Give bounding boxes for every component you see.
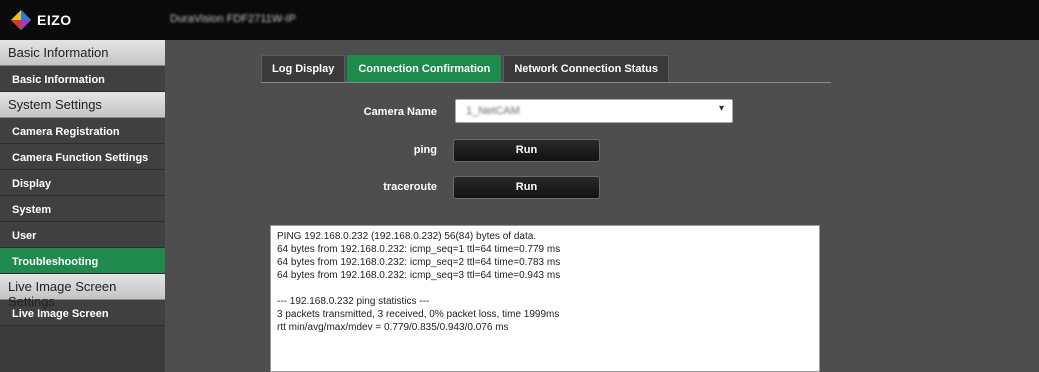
- sidebar-section-header[interactable]: Live Image Screen Settings: [0, 274, 165, 309]
- sidebar-item-user[interactable]: User: [0, 222, 165, 248]
- eizo-logo: EIZO: [10, 9, 72, 31]
- sidebar-section-header[interactable]: Basic Information: [0, 40, 165, 66]
- camera-name-select[interactable]: 1_NetCAM ▾: [455, 99, 733, 123]
- tab-connection-confirmation[interactable]: Connection Confirmation: [347, 55, 502, 82]
- output-line: 64 bytes from 192.168.0.232: icmp_seq=1 …: [277, 244, 561, 255]
- sidebar: Basic Information Basic Information System…: [0, 40, 165, 372]
- traceroute-label: traceroute: [383, 181, 437, 193]
- output-line: rtt min/avg/max/mdev = 0.779/0.835/0.943…: [277, 322, 509, 333]
- output-log: PING 192.168.0.232 (192.168.0.232) 56(84…: [270, 225, 820, 372]
- logo-wordmark: EIZO: [37, 12, 72, 28]
- eizo-logo-icon: [11, 10, 31, 30]
- camera-name-label: Camera Name: [363, 106, 437, 118]
- sidebar-item-troubleshooting[interactable]: Troubleshooting: [0, 248, 165, 274]
- output-line: 3 packets transmitted, 3 received, 0% pa…: [277, 309, 560, 320]
- output-line: PING 192.168.0.232 (192.168.0.232) 56(84…: [277, 231, 537, 242]
- ping-run-button[interactable]: Run: [453, 139, 600, 162]
- traceroute-run-button[interactable]: Run: [453, 176, 600, 199]
- output-line: --- 192.168.0.232 ping statistics ---: [277, 296, 430, 307]
- tab-log-display[interactable]: Log Display: [261, 55, 346, 82]
- camera-name-value: 1_NetCAM: [466, 105, 520, 117]
- chevron-down-icon: ▾: [718, 103, 724, 114]
- sidebar-item-display[interactable]: Display: [0, 170, 165, 196]
- output-line: 64 bytes from 192.168.0.232: icmp_seq=2 …: [277, 257, 561, 268]
- sidebar-item-camera-registration[interactable]: Camera Registration: [0, 118, 165, 144]
- sidebar-item-basic-information[interactable]: Basic Information: [0, 66, 165, 92]
- sidebar-item-system[interactable]: System: [0, 196, 165, 222]
- sidebar-item-camera-function-settings[interactable]: Camera Function Settings: [0, 144, 165, 170]
- tab-divider: [261, 82, 831, 83]
- main-content: Log Display Connection Confirmation Networ…: [165, 40, 1039, 372]
- top-bar: EIZO DuraVision FDF2711W-IP: [0, 0, 1039, 40]
- device-name: DuraVision FDF2711W-IP: [170, 13, 296, 25]
- output-line: 64 bytes from 192.168.0.232: icmp_seq=3 …: [277, 270, 561, 281]
- ping-label: ping: [413, 144, 437, 156]
- tab-bar: Log Display Connection Confirmation Networ…: [261, 55, 671, 82]
- tab-network-connection-status[interactable]: Network Connection Status: [503, 55, 669, 82]
- sidebar-section-header[interactable]: System Settings: [0, 92, 165, 118]
